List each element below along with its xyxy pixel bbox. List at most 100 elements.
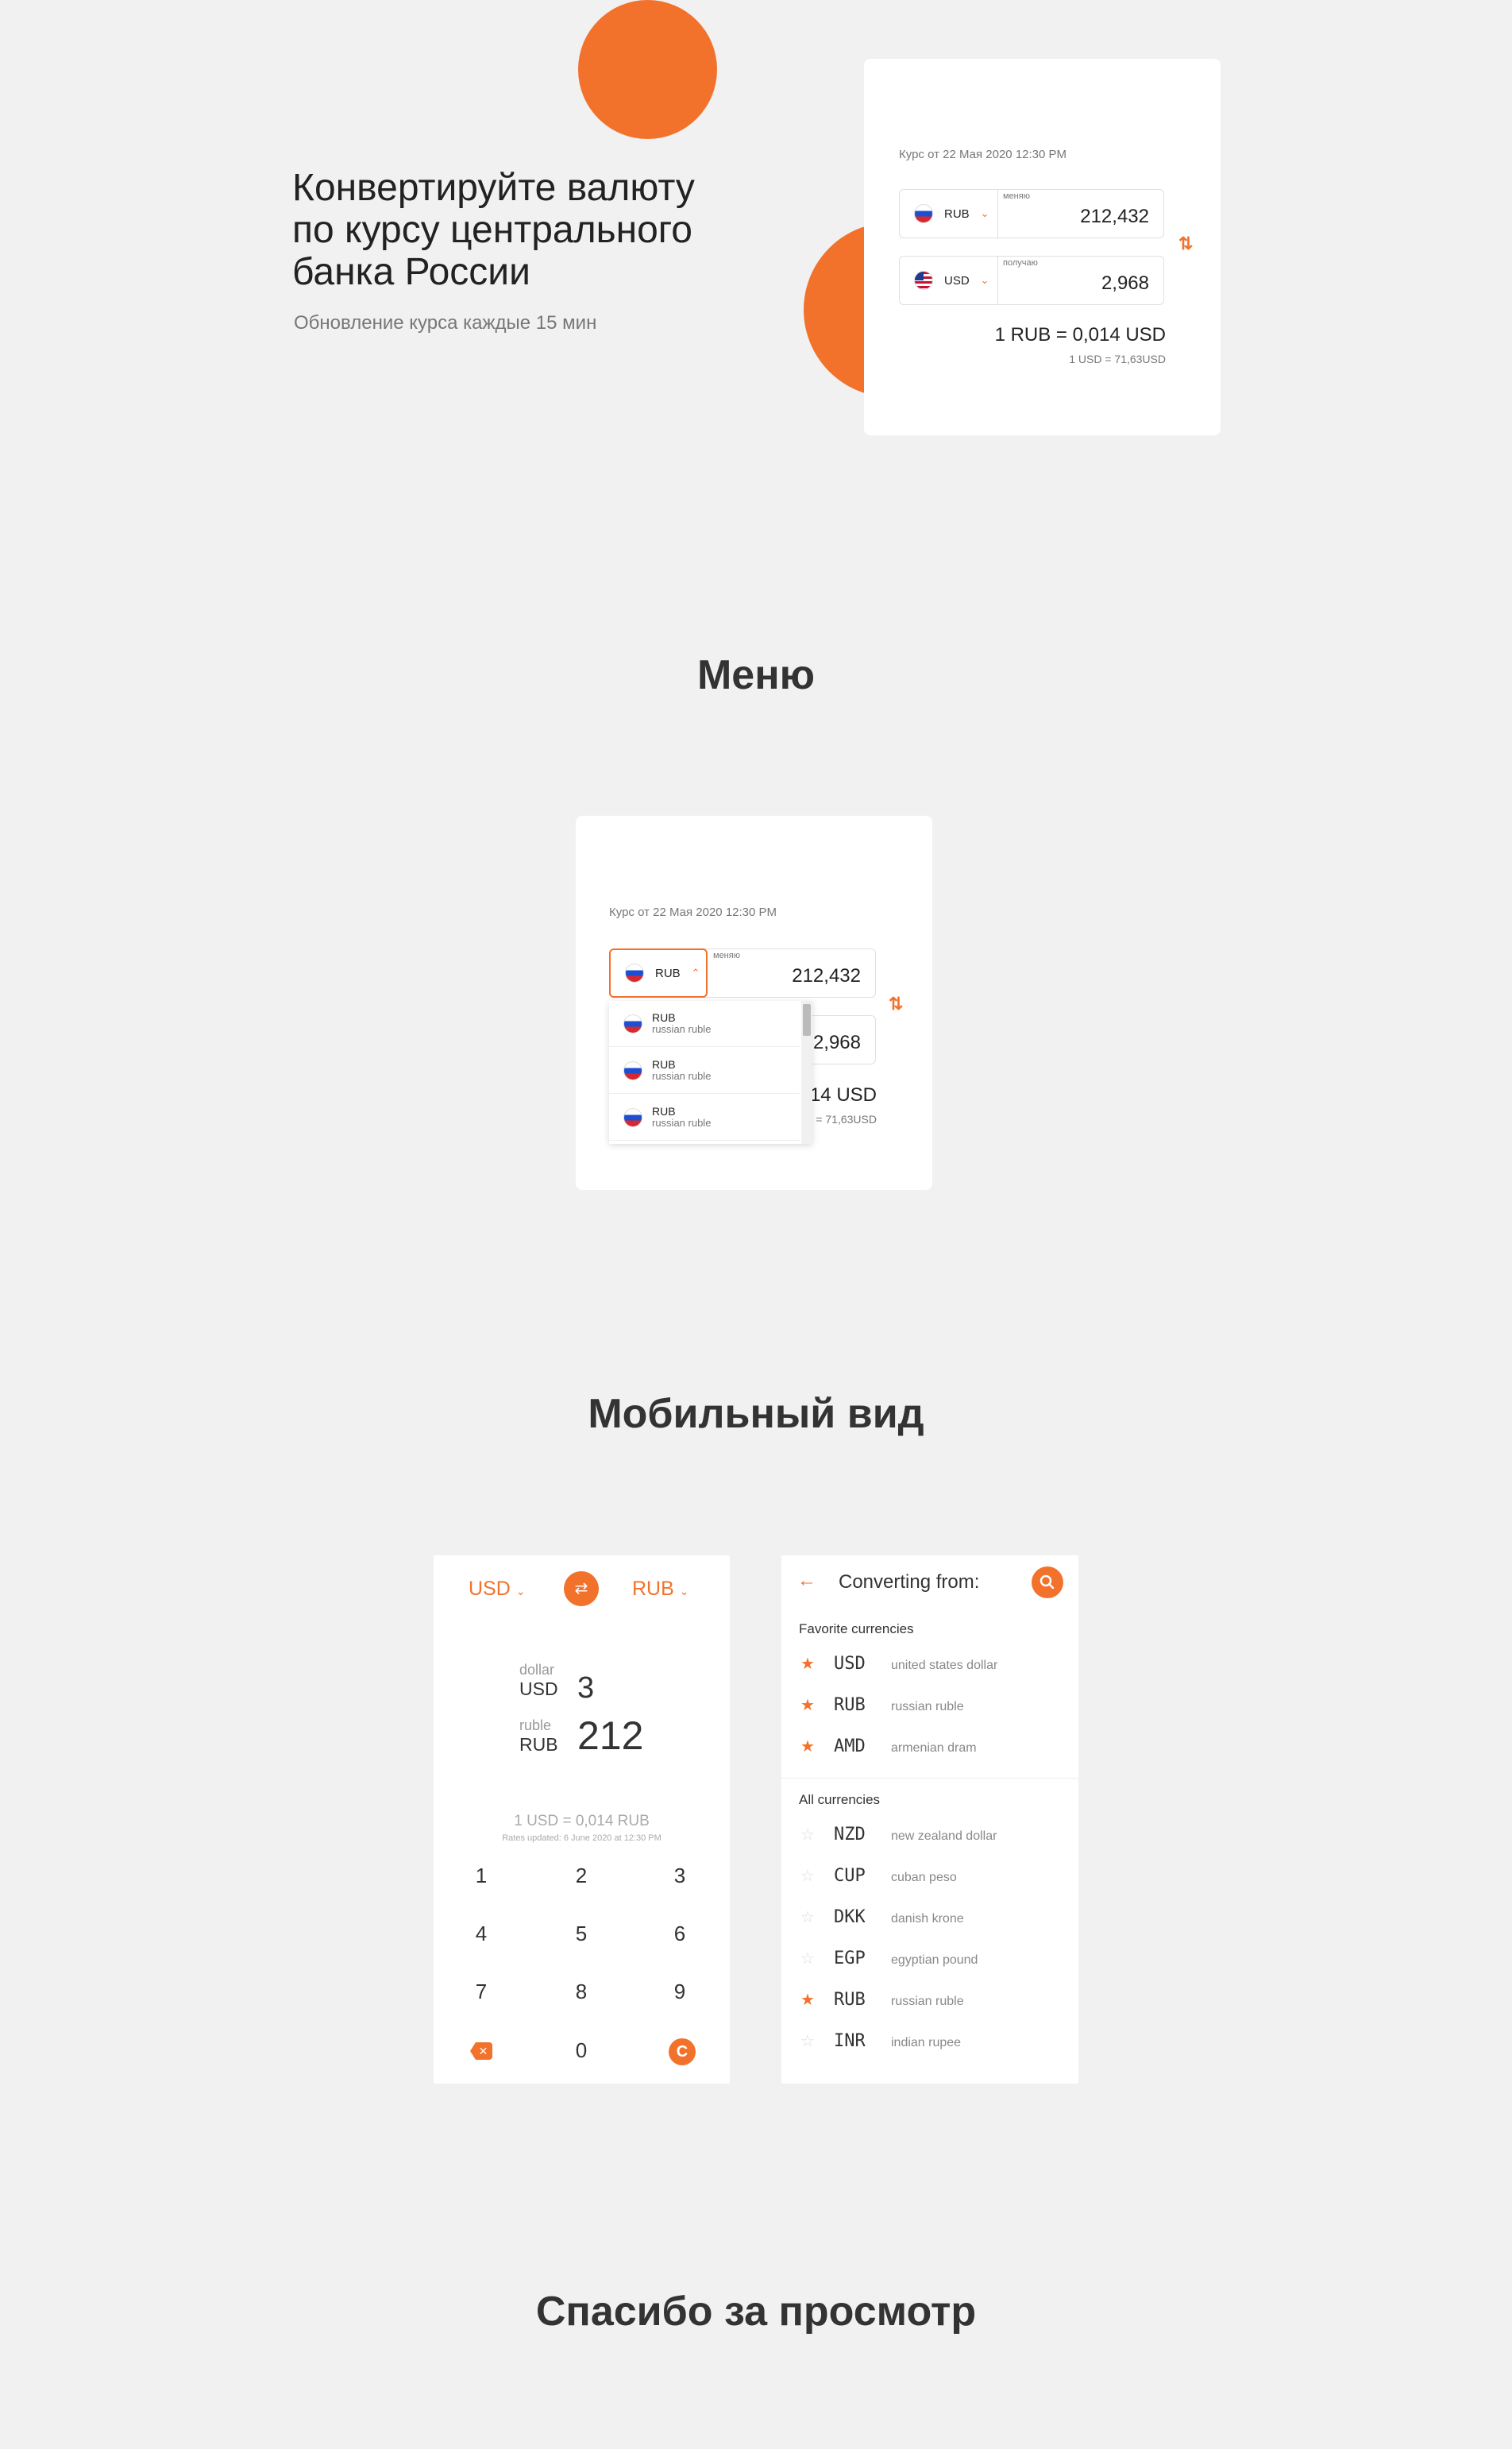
backspace-icon[interactable]: ✕ (470, 2042, 492, 2060)
currency-row[interactable]: ☆ INR indian rupee (799, 2031, 961, 2055)
from-currency-select-open[interactable]: RUB ⌃ (609, 948, 708, 998)
from-amount-input[interactable]: меняю 212,432 (998, 190, 1163, 238)
currency-name: russian ruble (891, 1995, 964, 2008)
mobile-currency-picker-screen: ← Converting from: Favorite currencies ★… (781, 1555, 1078, 2084)
currency-code: RUB (834, 1695, 866, 1715)
to-currency-select[interactable]: RUB ⌄ (632, 1578, 688, 1601)
mobile-calculator-screen: USD ⌄ ⇄ RUB ⌄ dollar USD 3 ruble RUB 212… (434, 1555, 730, 2084)
dropdown-item[interactable]: RUB russian ruble (609, 1001, 800, 1047)
mobile-section-title: Мобильный вид (588, 1391, 924, 1437)
star-filled-icon[interactable]: ★ (799, 1654, 816, 1674)
decor-circle-top (578, 0, 717, 139)
from-amount-input[interactable]: меняю 212,432 (708, 949, 875, 997)
swap-icon[interactable]: ⇅ (1178, 234, 1193, 254)
amount-value: 212,432 (792, 965, 861, 987)
back-arrow-icon[interactable]: ← (797, 1570, 816, 1592)
chevron-down-icon: ⌄ (515, 1585, 526, 1597)
converter-card: Курс от 22 Мая 2020 12:30 PM RUB ⌄ меняю… (864, 59, 1221, 435)
item-name: russian ruble (652, 1117, 712, 1129)
search-button[interactable] (1032, 1566, 1063, 1598)
russia-flag-icon (625, 964, 644, 983)
russia-flag-icon (623, 1060, 642, 1080)
star-outline-icon[interactable]: ☆ (799, 2031, 816, 2051)
currency-name: new zealand dollar (891, 1829, 997, 1843)
key-2[interactable]: 2 (534, 1864, 629, 1888)
rate-sub: 1 USD = 71,63USD (1069, 353, 1166, 365)
currency-code: RUB (655, 966, 681, 980)
section-divider (781, 1778, 1078, 1779)
russia-flag-icon (914, 204, 933, 223)
currency-row[interactable]: ★ RUB russian ruble (799, 1990, 964, 2014)
item-code: RUB (652, 1058, 676, 1071)
from-currency-select[interactable]: RUB ⌄ (900, 190, 998, 238)
chevron-down-icon: ⌄ (679, 1585, 689, 1597)
hero-title-line: Конвертируйте валюту (292, 167, 695, 209)
currency-code: RUB (519, 1734, 558, 1755)
rate-main: 1 RUB = 0,014 USD (994, 324, 1166, 346)
star-outline-icon[interactable]: ☆ (799, 1866, 816, 1886)
currency-row[interactable]: ☆ NZD new zealand dollar (799, 1825, 997, 1848)
currency-row[interactable]: ★ USD united states dollar (799, 1654, 997, 1678)
rate-sub: = 71,63USD (816, 1113, 877, 1126)
key-3[interactable]: 3 (632, 1864, 727, 1888)
key-4[interactable]: 4 (434, 1922, 529, 1946)
star-filled-icon[interactable]: ★ (799, 1736, 816, 1756)
currency-name: danish krone (891, 1912, 964, 1926)
swap-button[interactable]: ⇄ (564, 1571, 599, 1606)
amount-value: 2,968 (812, 1032, 861, 1053)
item-name: russian ruble (652, 1070, 712, 1082)
currency-name: cuban peso (891, 1871, 957, 1884)
star-filled-icon[interactable]: ★ (799, 1990, 816, 2010)
rate-date: Курс от 22 Мая 2020 12:30 PM (609, 906, 777, 919)
amount-value: 212,432 (1080, 206, 1149, 227)
currency-row[interactable]: ★ AMD armenian dram (799, 1736, 977, 1760)
key-1[interactable]: 1 (434, 1864, 529, 1888)
currency-code: NZD (834, 1825, 866, 1844)
currency-dropdown-list: RUB russian ruble RUB russian ruble RUB rus… (609, 1001, 812, 1144)
currency-name: indian rupee (891, 2036, 962, 2049)
field-label: меняю (1003, 191, 1030, 201)
scrollbar-thumb[interactable] (803, 1004, 811, 1036)
rate-date: Курс от 22 Мая 2020 12:30 PM (899, 148, 1067, 161)
dropdown-scrollbar[interactable] (801, 1001, 812, 1144)
item-code: RUB (652, 1011, 676, 1024)
amount-row-dollar[interactable]: dollar USD (519, 1662, 558, 1700)
key-5[interactable]: 5 (534, 1922, 629, 1946)
currency-row[interactable]: ☆ CUP cuban peso (799, 1866, 957, 1890)
currency-row[interactable]: ★ RUB russian ruble (799, 1695, 964, 1719)
to-currency-select[interactable]: USD ⌄ (900, 257, 998, 304)
key-6[interactable]: 6 (632, 1922, 727, 1946)
swap-icon[interactable]: ⇅ (889, 994, 903, 1014)
currency-row[interactable]: ☆ DKK danish krone (799, 1907, 964, 1931)
clear-button[interactable]: C (669, 2038, 696, 2065)
currency-row[interactable]: ☆ EGP egyptian pound (799, 1949, 978, 1972)
amount-row-ruble[interactable]: ruble RUB (519, 1717, 558, 1756)
chevron-down-icon: ⌄ (980, 207, 989, 219)
currency-code: USD (519, 1678, 558, 1699)
currency-name: russian ruble (891, 1700, 964, 1713)
star-outline-icon[interactable]: ☆ (799, 1949, 816, 1968)
picker-header-title: Converting from: (839, 1571, 980, 1593)
to-amount-input[interactable]: получаю 2,968 (998, 257, 1163, 304)
dropdown-item[interactable]: RUB russian ruble (609, 1095, 800, 1141)
currency-code: USD (944, 273, 970, 288)
rates-updated: Rates updated: 6 June 2020 at 12:30 PM (502, 1833, 662, 1843)
key-8[interactable]: 8 (534, 1980, 629, 2004)
dropdown-item[interactable]: RUB russian ruble (609, 1048, 800, 1094)
key-7[interactable]: 7 (434, 1980, 529, 2004)
star-filled-icon[interactable]: ★ (799, 1695, 816, 1715)
chevron-up-icon: ⌃ (691, 967, 700, 979)
star-outline-icon[interactable]: ☆ (799, 1825, 816, 1844)
star-outline-icon[interactable]: ☆ (799, 1907, 816, 1927)
search-icon (1040, 1574, 1055, 1590)
usa-flag-icon (914, 271, 933, 290)
from-currency-select[interactable]: USD ⌄ (469, 1578, 525, 1601)
from-field: RUB ⌃ меняю 212,432 (609, 948, 876, 998)
key-0[interactable]: 0 (534, 2038, 629, 2063)
menu-converter-card: Курс от 22 Мая 2020 12:30 PM RUB ⌃ меняю… (576, 816, 932, 1190)
from-field: RUB ⌄ меняю 212,432 (899, 189, 1164, 238)
amount-value: 3 (577, 1671, 595, 1705)
currency-name: united states dollar (891, 1659, 998, 1672)
key-9[interactable]: 9 (632, 1980, 727, 2004)
to-field: USD ⌄ получаю 2,968 (899, 256, 1164, 305)
